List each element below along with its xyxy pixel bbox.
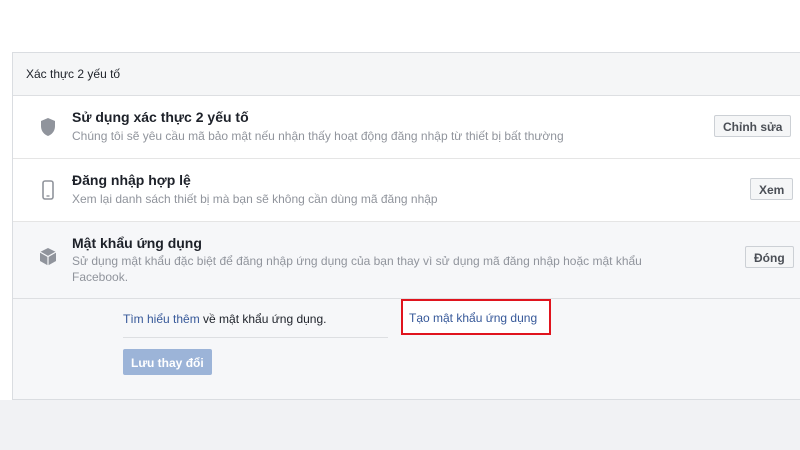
- create-app-password-link[interactable]: Tạo mật khẩu ứng dụng: [409, 311, 537, 325]
- two-factor-panel: Xác thực 2 yếu tố Sử dụng xác thực 2 yếu…: [12, 52, 800, 400]
- save-changes-button[interactable]: Lưu thay đổi: [123, 349, 212, 375]
- divider: [123, 337, 388, 338]
- close-button[interactable]: Đóng: [745, 246, 794, 268]
- row-description: Sử dụng mật khẩu đặc biệt để đăng nhập ứ…: [72, 254, 642, 284]
- row-description: Xem lại danh sách thiết bị mà bạn sẽ khô…: [72, 192, 438, 206]
- panel-header: Xác thực 2 yếu tố: [13, 53, 800, 96]
- page-bottom-band: [0, 400, 800, 450]
- settings-row-authorized-logins: Đăng nhập hợp lệ Xem lại danh sách thiết…: [13, 159, 800, 222]
- row-description: Chúng tôi sẽ yêu cầu mã bảo mật nếu nhận…: [72, 129, 564, 143]
- cube-icon: [39, 248, 57, 266]
- panel-title: Xác thực 2 yếu tố: [26, 67, 121, 81]
- row-title: Sử dụng xác thực 2 yếu tố: [72, 109, 249, 125]
- learn-more-link[interactable]: Tìm hiểu thêm: [123, 312, 200, 326]
- create-app-password-highlight: Tạo mật khẩu ứng dụng: [401, 299, 551, 335]
- shield-icon: [41, 118, 55, 136]
- settings-row-app-passwords: Mật khẩu ứng dụng Sử dụng mật khẩu đặc b…: [13, 222, 800, 299]
- learn-more-text: về mật khẩu ứng dụng.: [199, 312, 327, 326]
- row-title: Đăng nhập hợp lệ: [72, 172, 191, 188]
- settings-row-use-2fa: Sử dụng xác thực 2 yếu tố Chúng tôi sẽ y…: [13, 96, 800, 159]
- learn-more-line: Tìm hiểu thêm về mật khẩu ứng dụng.: [123, 312, 326, 326]
- phone-icon: [42, 180, 54, 200]
- app-passwords-expanded: Tìm hiểu thêm về mật khẩu ứng dụng. Tạo …: [13, 299, 800, 399]
- view-button[interactable]: Xem: [750, 178, 794, 200]
- edit-button[interactable]: Chỉnh sửa: [714, 115, 792, 137]
- row-title: Mật khẩu ứng dụng: [72, 235, 202, 251]
